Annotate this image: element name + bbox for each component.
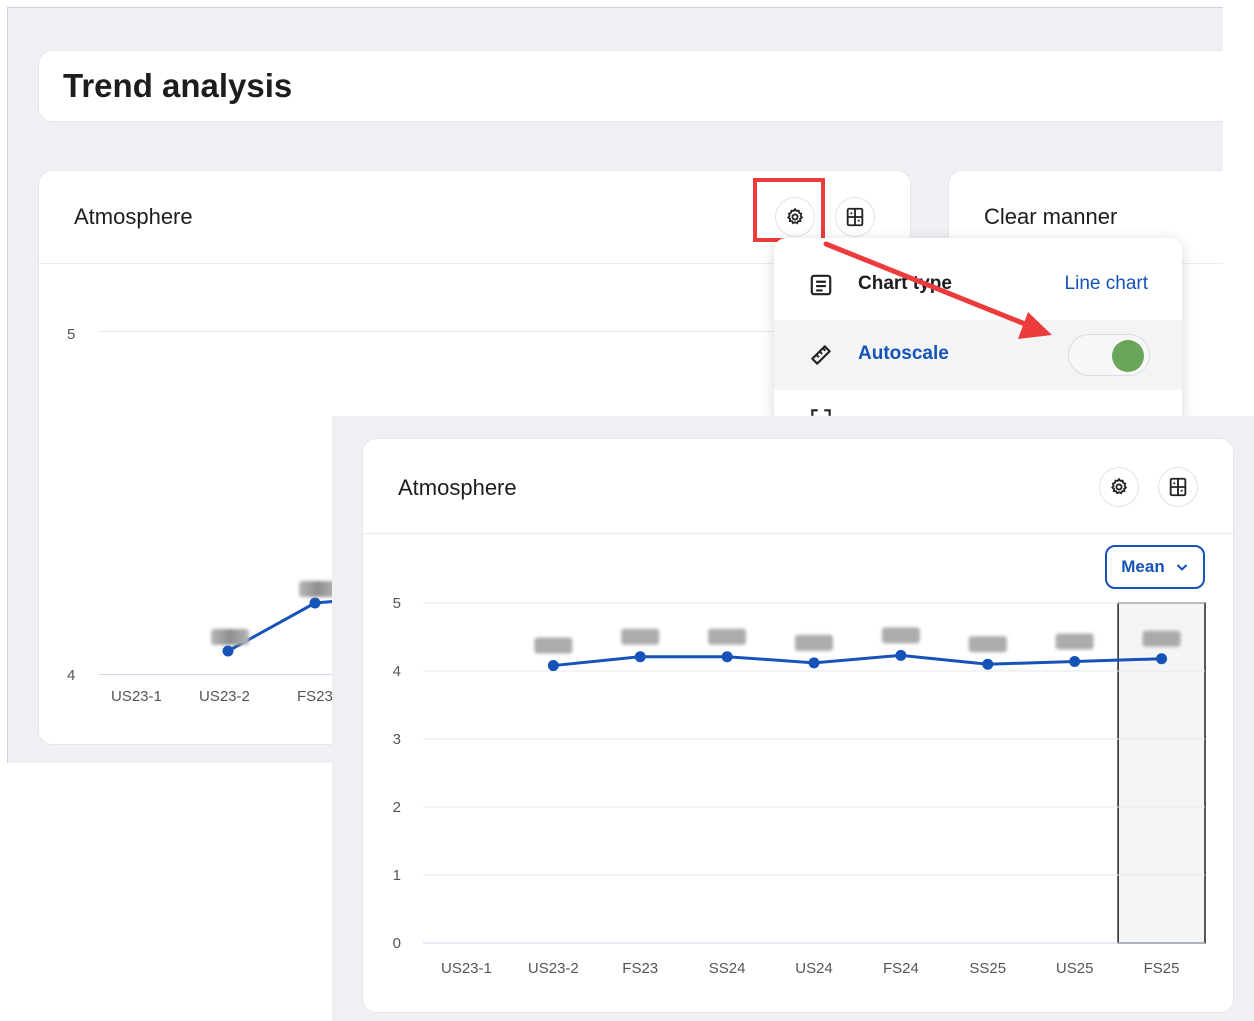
x-tick-label: US23-1 bbox=[441, 960, 492, 977]
atmosphere-card-autoscaled: Atmosphere Mean 0 1 2 3 4 5 US23-1 US23-2 FS23 SS… bbox=[362, 438, 1234, 1013]
y-tick-label: 3 bbox=[393, 731, 401, 748]
menu-item-chart-type[interactable]: Chart type Line chart bbox=[774, 250, 1182, 320]
title-card: Trend analysis bbox=[38, 50, 1223, 122]
menu-item-label: Chart type bbox=[858, 273, 952, 294]
bg-data-point bbox=[222, 645, 234, 657]
obscured-data-label bbox=[1055, 633, 1094, 650]
page: Trend analysis Atmosphere 5 4 US23-1 US2… bbox=[0, 0, 1254, 1021]
toggle-knob bbox=[1112, 340, 1144, 372]
settings-highlight-box bbox=[753, 178, 825, 242]
autoscale-toggle[interactable] bbox=[1068, 334, 1150, 376]
x-tick-label: SS25 bbox=[969, 960, 1006, 977]
x-tick-label: SS24 bbox=[709, 960, 746, 977]
x-tick-label: FS23 bbox=[622, 960, 658, 977]
y-tick-label: 0 bbox=[393, 935, 401, 952]
list-alt-icon bbox=[810, 274, 832, 296]
data-point bbox=[895, 649, 907, 661]
y-tick-label: 1 bbox=[393, 867, 401, 884]
obscured-data-label bbox=[795, 634, 833, 651]
obscured-data-label bbox=[621, 628, 660, 645]
page-title: Trend analysis bbox=[63, 67, 293, 104]
data-point bbox=[1069, 655, 1081, 667]
chart-options-menu: Chart type Line chart Autoscale bbox=[774, 238, 1182, 428]
obscured-data-label bbox=[1142, 630, 1181, 647]
ruler-icon bbox=[811, 345, 831, 365]
x-tick-label: US25 bbox=[1056, 960, 1094, 977]
data-point bbox=[808, 657, 820, 669]
card-title: Clear manner bbox=[984, 204, 1118, 229]
data-point bbox=[634, 651, 646, 663]
data-point bbox=[721, 651, 733, 663]
obscured-data-label bbox=[968, 636, 1007, 653]
obscured-data-label bbox=[534, 637, 573, 654]
chart-type-value[interactable]: Line chart bbox=[1065, 273, 1148, 295]
x-tick-label: FS24 bbox=[883, 960, 919, 977]
data-point bbox=[1156, 653, 1168, 665]
y-tick-label: 2 bbox=[393, 799, 401, 816]
obscured-data-label bbox=[881, 627, 920, 644]
y-tick-label: 5 bbox=[393, 595, 401, 612]
menu-item-autoscale[interactable]: Autoscale bbox=[774, 320, 1182, 390]
data-point bbox=[547, 660, 559, 672]
x-tick-label: US23-2 bbox=[528, 960, 579, 977]
x-tick-label: FS25 bbox=[1144, 960, 1180, 977]
x-tick-label: US24 bbox=[795, 960, 833, 977]
bg-data-point bbox=[309, 597, 321, 609]
y-tick-label: 4 bbox=[393, 663, 401, 680]
obscured-data-label bbox=[708, 628, 747, 645]
data-point bbox=[982, 658, 994, 670]
obscured-data-label bbox=[211, 629, 249, 645]
line-chart: 0 1 2 3 4 5 US23-1 US23-2 FS23 SS24 US24 FS24 SS25 US… bbox=[393, 595, 1206, 977]
menu-item-label: Autoscale bbox=[858, 343, 949, 364]
